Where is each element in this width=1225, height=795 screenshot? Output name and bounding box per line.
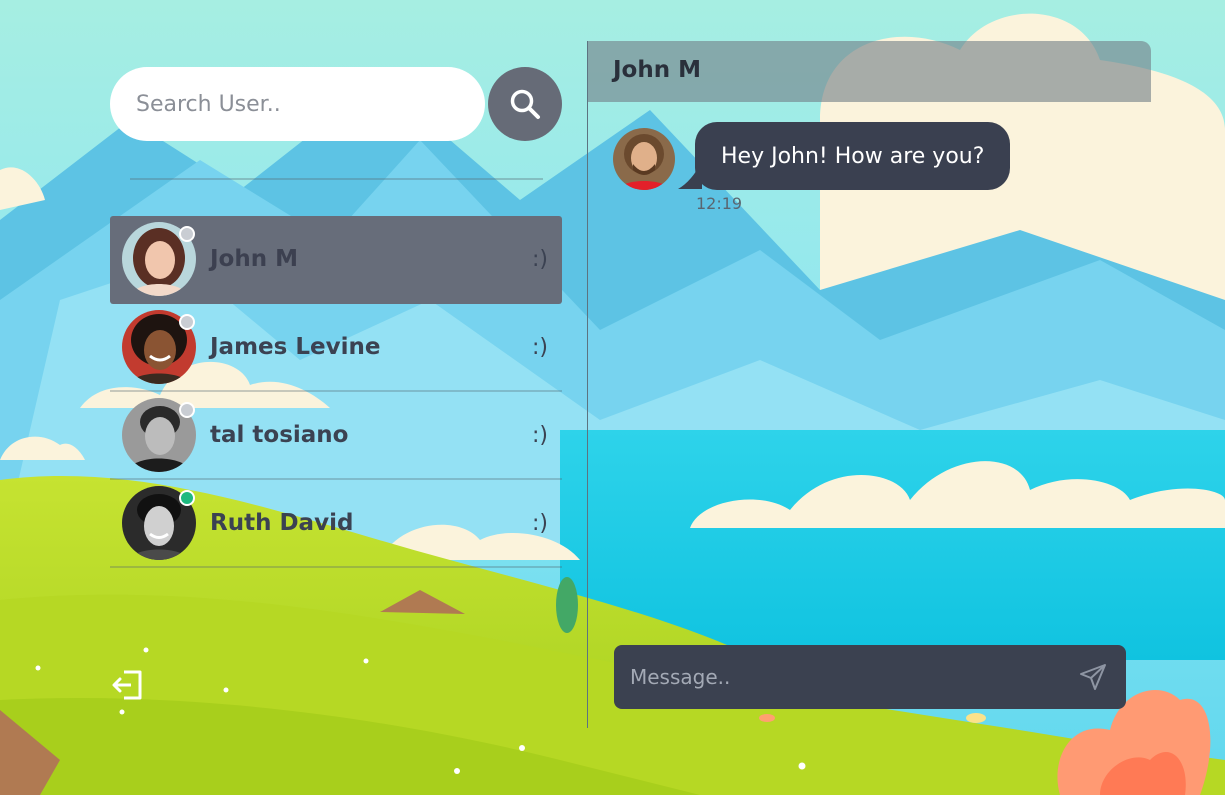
send-icon bbox=[1080, 664, 1106, 690]
user-item-ruth-david[interactable]: Ruth David :) bbox=[110, 480, 562, 568]
message-text: Hey John! How are you? bbox=[721, 143, 985, 169]
chat-title: John M bbox=[613, 57, 702, 83]
user-list: John M :) James Levine :) tal tosiano:)… bbox=[110, 216, 562, 568]
message-composer bbox=[614, 645, 1126, 709]
send-button[interactable] bbox=[1078, 662, 1108, 692]
user-name: James Levine bbox=[210, 334, 381, 360]
logout-button[interactable] bbox=[110, 668, 146, 702]
status-indicator bbox=[179, 402, 195, 418]
message-input[interactable] bbox=[614, 645, 1054, 709]
user-status-text: :) bbox=[532, 422, 548, 448]
chat-panel: John M Hey John! How are you? 12:19 bbox=[587, 41, 1151, 728]
logout-icon bbox=[112, 670, 142, 700]
search-icon bbox=[510, 89, 540, 119]
user-name: tal tosiano bbox=[210, 422, 349, 448]
message-avatar bbox=[613, 128, 675, 190]
search-button[interactable] bbox=[488, 67, 562, 141]
user-status-text: :) bbox=[532, 246, 548, 272]
search-bar bbox=[110, 67, 562, 141]
status-indicator bbox=[179, 226, 195, 242]
user-item-james-levine[interactable]: James Levine :) bbox=[110, 304, 562, 392]
status-indicator bbox=[179, 314, 195, 330]
message-bubble: Hey John! How are you? bbox=[695, 122, 1011, 190]
user-name: John M bbox=[210, 246, 299, 272]
user-status-text: :) bbox=[532, 334, 548, 360]
chat-header: John M bbox=[588, 41, 1151, 102]
message-timestamp: 12:19 bbox=[696, 194, 743, 213]
search-input[interactable] bbox=[110, 67, 485, 141]
user-item-tal-tosiano[interactable]: tal tosiano :) bbox=[110, 392, 562, 480]
status-indicator bbox=[179, 490, 195, 506]
sidebar-divider bbox=[130, 178, 543, 180]
user-item-john-m[interactable]: John M :) bbox=[110, 216, 562, 304]
user-name: Ruth David bbox=[210, 510, 354, 536]
user-status-text: :) bbox=[532, 510, 548, 536]
